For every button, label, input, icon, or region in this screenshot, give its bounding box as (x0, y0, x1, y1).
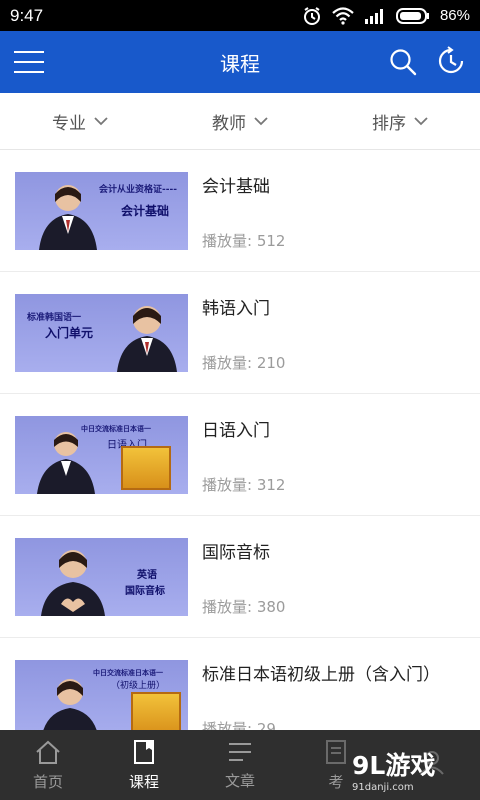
course-thumbnail: 中日交流标准日本语一 日语入门 (15, 416, 188, 494)
teacher-figure (117, 306, 177, 372)
filter-teacher[interactable]: 教师 (160, 93, 320, 149)
course-title: 会计基础 (202, 177, 270, 197)
thumbnail-caption: 标准韩国语一 (27, 313, 82, 323)
exam-icon (326, 739, 346, 764)
course-thumbnail: 中日交流标准日本语一 （初级上册） (15, 660, 188, 730)
history-button[interactable] (436, 46, 466, 76)
watermark-logo: 9L游戏 (352, 751, 436, 780)
nav-label: 首页 (32, 772, 63, 791)
course-icon (134, 739, 154, 764)
chevron-down-icon (94, 116, 108, 125)
nav-label: 文章 (224, 771, 255, 790)
menu-icon-line (14, 71, 44, 73)
app-bar: 课程 (0, 31, 480, 93)
history-icon (438, 46, 464, 74)
alarm-icon (302, 6, 322, 26)
status-icons: 86% (302, 6, 470, 26)
course-title: 标准日本语初级上册（含入门） (202, 665, 440, 685)
book-image (131, 692, 181, 730)
play-count: 播放量: 380 (202, 598, 286, 616)
watermark: 9L游戏 91danji.com (352, 746, 474, 796)
nav-course[interactable]: 课程 (96, 730, 192, 800)
thumbnail-caption: 会计从业资格证---- (99, 185, 177, 195)
signal-icon (364, 8, 386, 24)
course-item[interactable]: 会计从业资格证---- 会计基础 会计基础 播放量: 512 (0, 150, 480, 272)
teacher-figure (37, 432, 95, 494)
course-item[interactable]: 英语 国际音标 国际音标 播放量: 380 (0, 516, 480, 638)
filter-label: 排序 (372, 113, 406, 134)
course-thumbnail: 标准韩国语一 入门单元 (15, 294, 188, 372)
chevron-down-icon (254, 116, 268, 125)
search-button[interactable] (388, 47, 418, 77)
book-image (121, 446, 171, 490)
thumbnail-caption: 入门单元 (45, 326, 94, 340)
filter-bar: 专业 教师 排序 (0, 93, 480, 150)
filter-major[interactable]: 专业 (0, 93, 160, 149)
teacher-figure (39, 185, 97, 250)
nav-article[interactable]: 文章 (192, 730, 288, 800)
filter-label: 教师 (212, 113, 246, 134)
course-title: 韩语入门 (202, 299, 270, 319)
menu-icon (14, 51, 44, 53)
search-icon (390, 49, 417, 76)
course-title: 国际音标 (202, 543, 270, 563)
article-icon (229, 742, 251, 761)
course-thumbnail: 英语 国际音标 (15, 538, 188, 616)
chevron-down-icon (414, 116, 428, 125)
nav-label: 考 (328, 772, 344, 791)
nav-label: 课程 (128, 772, 159, 791)
filter-sort[interactable]: 排序 (320, 93, 480, 149)
course-list: 会计从业资格证---- 会计基础 会计基础 播放量: 512 标准韩国语一 入门… (0, 150, 480, 730)
thumbnail-caption: 国际音标 (125, 586, 165, 597)
status-bar: 9:47 86% (0, 0, 480, 31)
teacher-figure (41, 550, 105, 616)
thumbnail-caption: 会计基础 (121, 204, 170, 218)
play-count: 播放量: 210 (202, 354, 286, 372)
play-count: 播放量: 312 (202, 476, 286, 494)
course-title: 日语入门 (202, 421, 270, 441)
nav-home[interactable]: 首页 (0, 730, 96, 800)
course-item[interactable]: 标准韩国语一 入门单元 韩语入门 播放量: 210 (0, 272, 480, 394)
menu-icon-line (14, 61, 44, 63)
course-item[interactable]: 中日交流标准日本语一 （初级上册） 标准日本语初级上册（含入门） 播放量: 29 (0, 638, 480, 730)
home-icon (36, 740, 60, 764)
course-item[interactable]: 中日交流标准日本语一 日语入门 日语入门 播放量: 312 (0, 394, 480, 516)
thumbnail-caption: 英语 (137, 570, 157, 581)
filter-label: 专业 (52, 113, 86, 134)
status-time: 9:47 (10, 5, 44, 25)
play-count: 播放量: 512 (202, 232, 286, 250)
battery-percent: 86% (439, 7, 470, 24)
menu-button[interactable] (14, 48, 44, 76)
course-thumbnail: 会计从业资格证---- 会计基础 (15, 172, 188, 250)
battery-icon (395, 7, 430, 24)
thumbnail-caption: （初级上册） (111, 681, 166, 691)
wifi-icon (332, 6, 354, 25)
play-count: 播放量: 29 (202, 720, 276, 730)
watermark-url: 91danji.com (352, 782, 414, 793)
teacher-figure (43, 679, 97, 730)
